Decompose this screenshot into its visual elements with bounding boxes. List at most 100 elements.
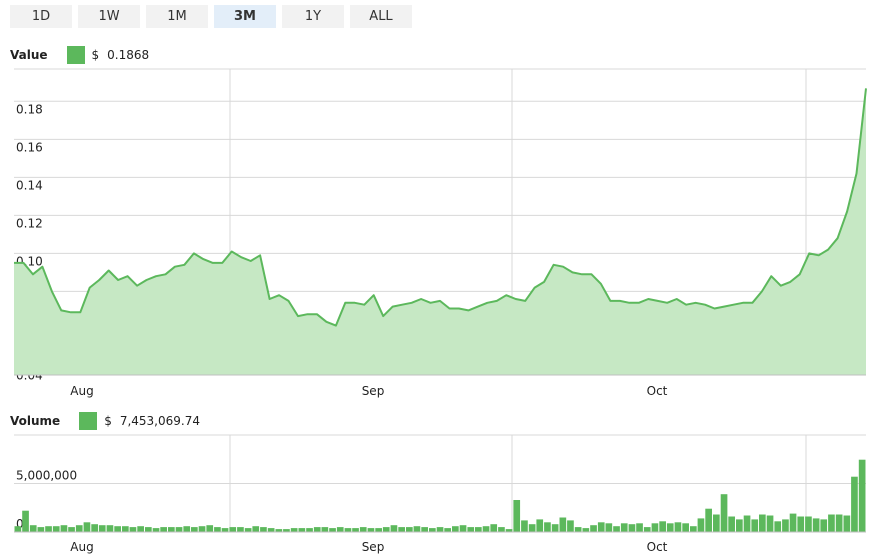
volume-bar [191, 527, 198, 532]
volume-bar [805, 516, 812, 532]
volume-bar [390, 525, 398, 532]
price-volume-chart: 0.040.060.080.100.120.140.160.18AugSepOc… [14, 68, 867, 554]
volume-bar [421, 527, 428, 532]
volume-bar [75, 525, 83, 532]
volume-bar [666, 523, 674, 532]
volume-bar [858, 459, 866, 532]
volume-x-tick-sep: Sep [362, 540, 385, 554]
volume-bar [682, 523, 689, 532]
volume-bar [674, 522, 682, 532]
volume-bar [290, 528, 298, 532]
volume-bar [83, 522, 91, 532]
volume-bar [145, 527, 152, 532]
value-x-tick-oct: Oct [647, 384, 668, 398]
volume-bar [812, 518, 820, 532]
volume-bar [344, 528, 352, 532]
volume-bar [329, 528, 336, 532]
volume-bar [713, 514, 720, 532]
volume-bar [29, 525, 37, 532]
volume-bar [152, 528, 160, 532]
volume-bar [14, 526, 22, 532]
volume-bar [129, 527, 137, 532]
volume-bar [306, 528, 313, 532]
volume-bar [743, 515, 751, 532]
volume-bar [789, 513, 797, 532]
volume-bar [68, 527, 75, 532]
volume-bar [175, 527, 183, 532]
volume-bar [367, 528, 375, 532]
volume-bar [521, 520, 528, 532]
volume-bar [237, 527, 244, 532]
volume-bar [352, 528, 359, 532]
volume-bar [620, 523, 628, 532]
volume-bar [313, 527, 321, 532]
volume-bar [444, 528, 451, 532]
volume-bar [467, 527, 475, 532]
volume-bar [37, 527, 45, 532]
volume-bar [766, 515, 774, 532]
volume-bar [106, 525, 114, 532]
volume-bar [736, 519, 743, 532]
volume-bar [413, 526, 421, 532]
volume-bar [751, 519, 759, 532]
volume-bar [114, 526, 121, 532]
volume-bar [643, 527, 651, 532]
volume-bar [498, 527, 505, 532]
volume-bar [452, 526, 459, 532]
volume-bar [513, 500, 521, 532]
volume-bar [659, 521, 666, 532]
volume-bar [843, 515, 851, 532]
value-area [14, 88, 866, 376]
volume-bar [559, 517, 567, 532]
volume-bar [168, 527, 175, 532]
volume-bar [221, 528, 229, 532]
volume-bar [382, 527, 390, 532]
volume-bar [229, 527, 237, 532]
volume-bar [582, 528, 590, 532]
volume-bar [490, 524, 498, 532]
volume-bar [574, 527, 582, 532]
volume-bar [597, 522, 605, 532]
volume-bar [198, 526, 206, 532]
volume-bar [22, 510, 29, 532]
volume-bar [851, 476, 858, 532]
volume-bar [636, 523, 643, 532]
volume-bar [482, 526, 490, 532]
volume-bar [705, 508, 712, 532]
value-y-tick-7: 0.18 [16, 102, 43, 116]
volume-bar [260, 527, 267, 532]
value-y-tick-6: 0.16 [16, 140, 43, 154]
volume-bar [690, 526, 697, 532]
volume-bar [720, 494, 728, 532]
volume-x-tick-aug: Aug [70, 540, 93, 554]
volume-bar [544, 522, 551, 532]
volume-bar [835, 514, 843, 532]
volume-bar [536, 519, 544, 532]
volume-bar [697, 518, 705, 532]
value-x-tick-aug: Aug [70, 384, 93, 398]
volume-bar [298, 528, 306, 532]
volume-bar [98, 525, 106, 532]
volume-bar [628, 524, 636, 532]
volume-y-tick-5m: 5,000,000 [16, 469, 77, 483]
volume-bar [551, 524, 559, 532]
volume-bar [651, 523, 659, 532]
volume-bar [122, 526, 129, 532]
volume-bar [398, 527, 405, 532]
volume-bar [321, 527, 329, 532]
volume-bar [605, 523, 613, 532]
volume-bar [214, 527, 221, 532]
volume-x-tick-oct: Oct [647, 540, 668, 554]
value-x-tick-sep: Sep [362, 384, 385, 398]
volume-bar [828, 514, 835, 532]
volume-bar [797, 516, 805, 532]
volume-bar [244, 528, 252, 532]
volume-bar [528, 524, 536, 532]
volume-bar [820, 519, 828, 532]
volume-bar [45, 526, 52, 532]
volume-bar [52, 526, 60, 532]
volume-bar [475, 527, 482, 532]
volume-bar [436, 527, 444, 532]
volume-bar [375, 528, 382, 532]
volume-bar [728, 516, 735, 532]
